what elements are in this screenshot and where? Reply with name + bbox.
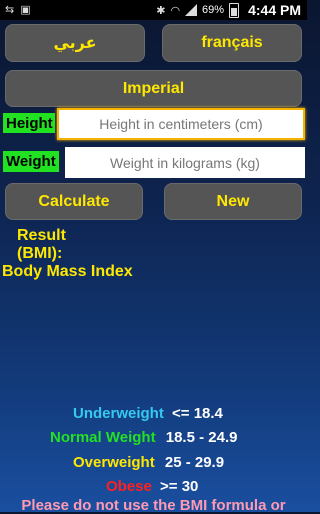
category-name: Obese (106, 478, 152, 495)
category-range: 18.5 - 24.9 (165, 429, 238, 446)
height-input[interactable]: Height in centimeters (cm) (57, 108, 305, 140)
category-normal: Normal Weight 18.5 - 24.9 (50, 429, 237, 446)
weight-input[interactable]: Weight in kilograms (kg) (65, 147, 305, 178)
result-bmi-label: (BMI): (17, 245, 63, 262)
bluetooth-icon: ✱ (156, 4, 166, 17)
weight-label: Weight (3, 151, 59, 172)
arabic-language-button[interactable]: عربي (5, 24, 145, 62)
wifi-icon: ◠ (170, 4, 181, 17)
battery-icon (229, 2, 240, 18)
sync-icon: ⇆ (5, 4, 15, 16)
battery-percent: 69% (202, 4, 225, 16)
category-name: Normal Weight (50, 429, 156, 446)
calculate-button[interactable]: Calculate (5, 183, 143, 220)
category-range: 25 - 29.9 (164, 454, 225, 471)
category-name: Underweight (73, 405, 164, 422)
category-obese: Obese >= 30 (106, 478, 198, 495)
bmi-disclaimer-text: Please do not use the BMI formula or (21, 497, 286, 514)
clock: 4:44 PM (248, 2, 301, 18)
category-range: <= 18.4 (172, 405, 223, 422)
app-notification-icon: ▣ (20, 4, 31, 16)
result-heading: Result (17, 227, 66, 244)
status-bar: ⇆ ▣ ✱ ◠ 69% 4:44 PM (0, 0, 307, 20)
category-range: >= 30 (160, 478, 199, 495)
result-bmi-description: Body Mass Index (2, 263, 133, 280)
category-underweight: Underweight <= 18.4 (73, 405, 223, 422)
signal-icon (185, 4, 198, 16)
notification-icons: ⇆ ▣ (5, 3, 31, 16)
height-label: Height (3, 113, 55, 133)
new-button[interactable]: New (164, 183, 302, 220)
imperial-units-button[interactable]: Imperial (5, 70, 302, 107)
category-name: Overweight (73, 454, 155, 471)
french-language-button[interactable]: français (162, 24, 302, 62)
category-overweight: Overweight 25 - 29.9 (73, 454, 224, 471)
